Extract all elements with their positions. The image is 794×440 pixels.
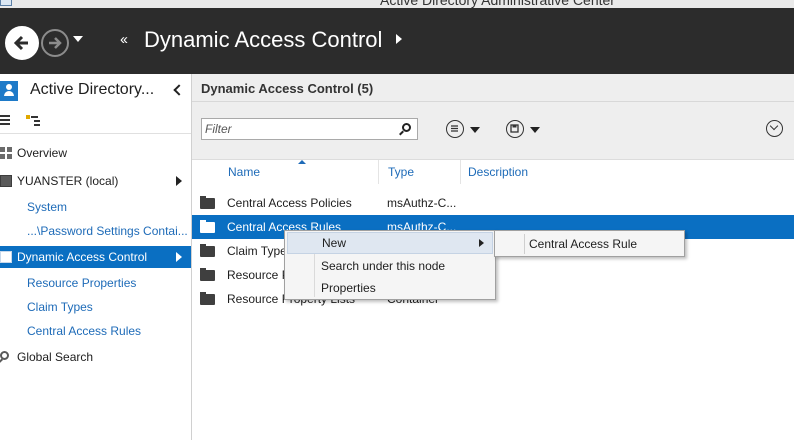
column-divider[interactable] [460,160,461,184]
expand-toolbar-button[interactable] [766,120,783,137]
column-header-description[interactable]: Description [468,160,528,184]
nav-item-overview[interactable]: Overview [0,142,191,164]
window-title: Active Directory Administrative Center [380,0,615,8]
row-type: msAuthz-C... [387,196,457,210]
forward-button[interactable] [41,29,69,57]
filter-box [201,118,418,140]
menu-item-label: Search under this node [321,259,446,273]
folder-icon [200,196,215,209]
content-toolbar [192,102,794,160]
nav-item-domain[interactable]: YUANSTER (local) [0,170,191,192]
app-icon [0,0,12,6]
menu-item-label: New [322,236,347,250]
filter-input[interactable] [205,121,395,137]
user-icon [0,81,18,101]
nav-item-system[interactable]: System [0,196,191,218]
nav-item-label: Resource Properties [27,276,137,290]
nav-item-label: System [27,200,68,214]
history-dropdown-icon[interactable] [73,36,83,42]
nav-item-label: YUANSTER (local) [17,174,119,188]
save-icon [506,120,524,138]
submenu-new: Central Access Rule [494,230,685,257]
sort-ascending-icon [298,160,306,164]
nav-item-claim-types[interactable]: Claim Types [0,296,191,318]
expand-arrow-icon[interactable] [176,252,182,262]
menu-item-search-under-node[interactable]: Search under this node [287,255,493,277]
collapse-pane-icon[interactable] [174,84,182,96]
content-title: Dynamic Access Control (5) [201,81,374,96]
search-icon [0,351,9,360]
nav-item-global-search[interactable]: Global Search [0,346,191,368]
breadcrumb-current[interactable]: Dynamic Access Control [144,27,382,53]
navigation-pane: Active Directory... Overview YUANSTER (l… [0,74,192,440]
context-menu: New Search under this node Properties [284,230,496,300]
back-button[interactable] [5,26,39,60]
breadcrumb-bar: ‹‹ Dynamic Access Control [0,8,794,74]
view-switcher [0,110,191,134]
navigation-header: Active Directory... [0,74,191,108]
nav-item-password-settings[interactable]: ...\Password Settings Contai... [0,220,191,242]
nav-item-label: Global Search [17,350,94,364]
content-header: Dynamic Access Control (5) [192,74,794,102]
expand-arrow-icon[interactable] [176,176,182,186]
chevron-down-icon [470,127,480,133]
breadcrumb-back-icon[interactable]: ‹‹ [120,31,128,48]
menu-item-label: Properties [321,281,376,295]
dac-icon [0,251,12,263]
view-options-button[interactable] [446,119,486,139]
nav-item-label: Dynamic Access Control [17,250,148,264]
nav-item-resource-properties[interactable]: Resource Properties [0,272,191,294]
nav-item-dynamic-access-control[interactable]: Dynamic Access Control [0,246,191,268]
tree-view-icon[interactable] [26,115,40,127]
menu-gutter [524,234,525,254]
window-title-bar: Active Directory Administrative Center [0,0,794,8]
back-arrow-icon [13,35,28,51]
row-name: Central Access Policies [227,196,352,210]
nav-item-label: ...\Password Settings Contai... [27,224,188,238]
list-view-icon[interactable] [0,115,10,125]
nav-item-label: Central Access Rules [27,324,142,338]
menu-item-new[interactable]: New [287,232,493,254]
folder-icon [200,268,215,281]
folder-icon [200,220,215,233]
column-header-name[interactable]: Name [228,160,260,184]
column-header-type[interactable]: Type [388,160,414,184]
forward-arrow-icon [49,37,62,49]
submenu-arrow-icon [479,239,484,247]
overview-grid-icon [0,147,12,159]
search-icon[interactable] [402,123,411,132]
table-row[interactable]: Central Access Policies msAuthz-C... [192,191,794,215]
navigation-title: Active Directory... [30,81,155,98]
menu-item-central-access-rule[interactable]: Central Access Rule [529,234,637,254]
column-divider[interactable] [378,160,379,184]
domain-icon [0,175,12,187]
breadcrumb-next-icon[interactable] [396,34,402,44]
nav-item-label: Claim Types [27,300,93,314]
save-query-button[interactable] [506,119,546,139]
nav-item-label: Overview [17,146,68,160]
folder-icon [200,244,215,257]
folder-icon [200,292,215,305]
nav-item-central-access-rules[interactable]: Central Access Rules [0,320,191,342]
menu-item-properties[interactable]: Properties [287,277,493,299]
chevron-down-icon [530,127,540,133]
list-options-icon [446,120,464,138]
row-name: Claim Types [227,244,293,258]
